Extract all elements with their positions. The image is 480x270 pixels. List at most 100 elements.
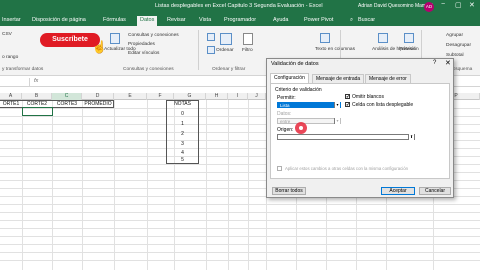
nota-cell[interactable]: 5 bbox=[166, 157, 199, 163]
col-line bbox=[206, 100, 207, 270]
edit-links-item[interactable]: Editar vínculos bbox=[128, 51, 159, 56]
range-select-icon[interactable]: ⬆ bbox=[408, 134, 414, 140]
datos-value: entre bbox=[280, 119, 291, 124]
sort-icon[interactable] bbox=[220, 33, 232, 45]
from-range-label[interactable]: o rango bbox=[2, 55, 18, 60]
column-header-selected[interactable]: C bbox=[52, 93, 82, 100]
permitir-select[interactable]: Lista bbox=[277, 102, 341, 108]
tab-programador[interactable]: Programador bbox=[224, 17, 256, 23]
column-header[interactable]: H bbox=[206, 93, 228, 100]
omit-blanks-label: Omitir blancos bbox=[352, 94, 384, 100]
row-line bbox=[0, 260, 480, 261]
datos-select: entre bbox=[277, 118, 341, 124]
row-line bbox=[0, 212, 480, 213]
tab-datos[interactable]: Datos bbox=[137, 16, 158, 26]
origen-input[interactable] bbox=[277, 134, 415, 140]
row-line bbox=[0, 236, 480, 237]
filter-icon[interactable] bbox=[243, 33, 253, 45]
clear-all-button[interactable]: Borrar todos bbox=[272, 187, 306, 195]
datos-label: Datos: bbox=[277, 111, 292, 117]
column-header[interactable]: E bbox=[114, 93, 147, 100]
text-columns-icon[interactable] bbox=[320, 33, 330, 43]
header-corte3[interactable]: CORTE3 bbox=[52, 101, 82, 107]
name-box[interactable] bbox=[0, 78, 30, 86]
tab-configuracion[interactable]: Configuración bbox=[270, 73, 309, 83]
col-line bbox=[147, 100, 148, 270]
group-button[interactable]: Agrupar bbox=[446, 33, 463, 38]
nota-cell[interactable]: 4 bbox=[166, 150, 199, 156]
properties-item[interactable]: Propiedades bbox=[128, 42, 155, 47]
text-to-columns-button[interactable]: Texto en columnas bbox=[315, 47, 355, 52]
tab-mensaje-entrada[interactable]: Mensaje de entrada bbox=[312, 74, 365, 83]
row-line bbox=[0, 220, 480, 221]
col-line bbox=[82, 100, 83, 270]
subscribe-button[interactable]: Suscríbete bbox=[40, 33, 100, 47]
col-line bbox=[22, 100, 23, 270]
column-header[interactable]: D bbox=[82, 93, 114, 100]
dialog-title: Validación de datos bbox=[271, 61, 319, 67]
omit-blanks-checkbox[interactable]: ✔ bbox=[345, 94, 350, 99]
forecast-sheet-icon[interactable] bbox=[404, 33, 414, 43]
filter-button[interactable]: Filtro bbox=[242, 48, 253, 53]
notas-header[interactable]: NOTAS bbox=[166, 101, 199, 107]
header-promedio[interactable]: PROMEDIO bbox=[82, 101, 114, 107]
ok-button[interactable]: Aceptar bbox=[381, 187, 415, 195]
group-sort-label: Ordenar y filtrar bbox=[212, 67, 246, 72]
origen-label: Origen: bbox=[277, 127, 294, 133]
header-corte1[interactable]: ORTE1 bbox=[0, 101, 22, 107]
sort-za-icon[interactable] bbox=[207, 46, 215, 54]
tab-disposicion[interactable]: Disposición de página bbox=[32, 17, 86, 23]
nota-cell[interactable]: 3 bbox=[166, 141, 199, 147]
search-label[interactable]: Buscar bbox=[358, 17, 375, 23]
ungroup-button[interactable]: Desagrupar bbox=[446, 43, 471, 48]
dropdown-label: Celda con lista desplegable bbox=[352, 102, 414, 108]
csv-label[interactable]: CSV bbox=[2, 32, 12, 37]
tab-revisar[interactable]: Revisar bbox=[167, 17, 186, 23]
col-line bbox=[248, 100, 249, 270]
close-icon[interactable]: ✕ bbox=[445, 59, 451, 67]
close-window-button[interactable]: ✕ bbox=[469, 1, 475, 9]
group-get-transform: y transformar datos bbox=[2, 67, 44, 72]
dropdown-checkbox[interactable]: ✔ bbox=[345, 102, 350, 107]
nota-cell[interactable]: 2 bbox=[166, 131, 199, 137]
cancel-button[interactable]: Cancelar bbox=[419, 187, 451, 195]
refresh-all-icon[interactable] bbox=[110, 33, 120, 44]
help-icon[interactable]: ? bbox=[433, 60, 436, 66]
column-header[interactable]: B bbox=[22, 93, 52, 100]
section-label: Criterio de validación bbox=[275, 87, 322, 93]
user-name: Adrian David Quesomino Mamani bbox=[358, 3, 433, 9]
active-cell[interactable] bbox=[22, 107, 53, 116]
fx-icon[interactable]: fx bbox=[34, 78, 38, 84]
chevron-down-icon[interactable]: ▾ bbox=[334, 102, 340, 108]
column-header[interactable]: I bbox=[228, 93, 248, 100]
row-line bbox=[0, 252, 480, 253]
maximize-button[interactable]: ▢ bbox=[455, 1, 462, 9]
search-icon[interactable]: ⌕ bbox=[350, 17, 353, 24]
tab-mensaje-error[interactable]: Mensaje de error bbox=[365, 74, 411, 83]
permitir-value: Lista bbox=[280, 103, 290, 108]
column-header[interactable]: J bbox=[248, 93, 266, 100]
apply-all-checkbox[interactable] bbox=[277, 166, 282, 171]
title-bar: Listas desplegables en Excel Capitulo 3 … bbox=[0, 0, 480, 15]
nota-cell[interactable]: 1 bbox=[166, 121, 199, 127]
permitir-label: Permitir: bbox=[277, 95, 296, 101]
forecast-sheet-button[interactable]: Previsión bbox=[399, 47, 419, 52]
tab-formulas[interactable]: Fórmulas bbox=[103, 17, 126, 23]
tab-insertar[interactable]: Insertar bbox=[2, 17, 21, 23]
minimize-button[interactable]: − bbox=[441, 1, 445, 8]
column-header[interactable]: G bbox=[174, 93, 206, 100]
nota-cell[interactable]: 0 bbox=[166, 111, 199, 117]
column-header[interactable]: F bbox=[147, 93, 174, 100]
avatar[interactable]: AD bbox=[424, 2, 434, 12]
col-line bbox=[52, 100, 53, 270]
tab-vista[interactable]: Vista bbox=[199, 17, 211, 23]
sort-az-icon[interactable] bbox=[207, 33, 215, 41]
column-header[interactable]: A bbox=[0, 93, 22, 100]
group-outline-label: Esquema bbox=[452, 67, 473, 72]
tab-ayuda[interactable]: Ayuda bbox=[273, 17, 289, 23]
what-if-icon[interactable] bbox=[378, 33, 388, 43]
sort-button[interactable]: Ordenar bbox=[216, 48, 234, 53]
queries-connections-item[interactable]: Consultas y conexiones bbox=[128, 33, 179, 38]
tab-power-pivot[interactable]: Power Pivot bbox=[304, 17, 333, 23]
group-separator bbox=[198, 30, 199, 70]
